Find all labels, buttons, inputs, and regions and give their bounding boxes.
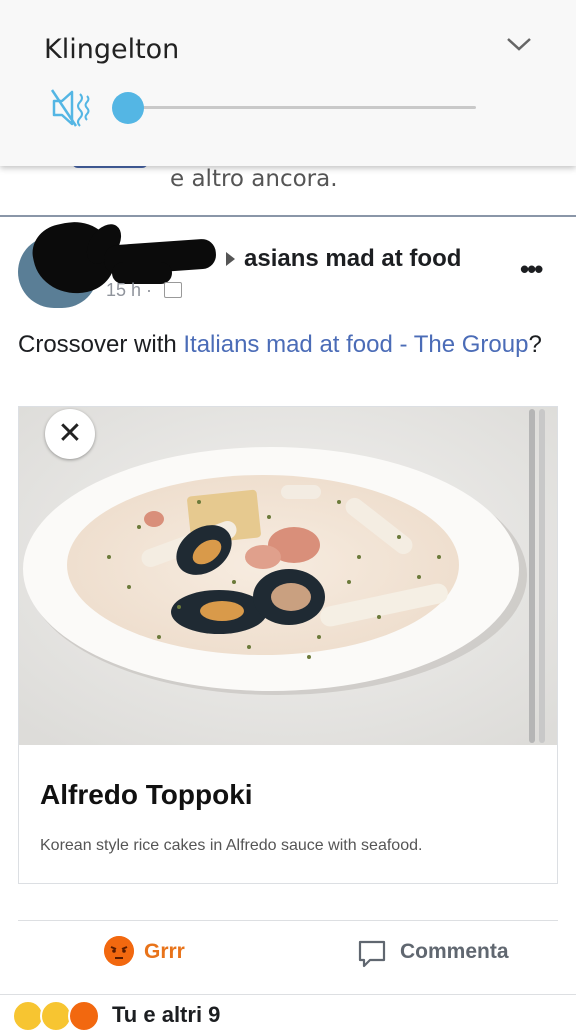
card-description: Korean style rice cakes in Alfredo sauce… [40, 837, 423, 854]
post-text-start: Crossover with [18, 331, 184, 358]
group-name[interactable]: asians mad at food [244, 245, 461, 273]
caret-right-icon [226, 252, 235, 266]
volume-slider-thumb[interactable] [112, 92, 144, 124]
group-link[interactable]: Italians mad at food - The Group [183, 331, 528, 358]
post-text-end: ? [528, 331, 542, 358]
reaction-count[interactable]: Tu e altri 9 [112, 1002, 220, 1028]
group-audience-icon [164, 282, 182, 298]
actions-divider [18, 920, 558, 921]
chevron-down-icon[interactable] [506, 36, 532, 52]
reactions-divider [0, 994, 576, 995]
comment-icon[interactable] [356, 938, 388, 970]
feed-divider [0, 215, 576, 217]
angry-reaction-icon [68, 1000, 100, 1032]
volume-panel: Klingelton [0, 0, 576, 166]
volume-slider-track[interactable] [128, 106, 476, 109]
close-button[interactable]: ✕ [45, 409, 95, 459]
attachment-card[interactable]: ✕ Alfredo Toppoki Korean style rice cake… [18, 406, 558, 884]
comment-button-label[interactable]: Commenta [400, 940, 509, 964]
more-options-icon[interactable]: ••• [520, 254, 543, 285]
post-text: Crossover with Italians mad at food - Th… [18, 328, 558, 361]
reaction-button-label[interactable]: Grrr [144, 940, 185, 964]
food-photo[interactable] [19, 407, 558, 745]
post-time[interactable]: 15 h · [106, 280, 152, 301]
previous-post-text: e altro ancora. [170, 166, 338, 192]
volume-title: Klingelton [44, 34, 180, 65]
card-title[interactable]: Alfredo Toppoki [40, 779, 253, 811]
angry-reaction-icon[interactable] [104, 936, 134, 966]
mute-speaker-icon[interactable] [50, 88, 94, 128]
